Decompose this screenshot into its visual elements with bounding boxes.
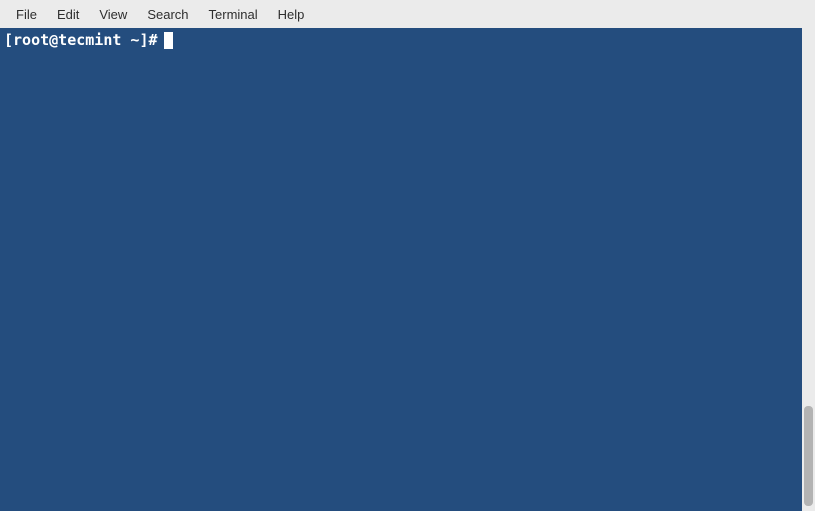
menu-search[interactable]: Search (137, 3, 198, 26)
menu-file[interactable]: File (6, 3, 47, 26)
menu-terminal[interactable]: Terminal (199, 3, 268, 26)
scrollbar-thumb[interactable] (804, 406, 813, 506)
prompt-line: [root@tecmint ~]# (4, 31, 798, 51)
cursor-icon (164, 32, 173, 49)
terminal-content[interactable]: [root@tecmint ~]# (0, 28, 802, 511)
scrollbar-track[interactable] (802, 28, 815, 511)
menu-edit[interactable]: Edit (47, 3, 89, 26)
menu-view[interactable]: View (89, 3, 137, 26)
shell-prompt: [root@tecmint ~]# (4, 31, 158, 51)
menu-help[interactable]: Help (268, 3, 315, 26)
menubar: File Edit View Search Terminal Help (0, 0, 815, 28)
